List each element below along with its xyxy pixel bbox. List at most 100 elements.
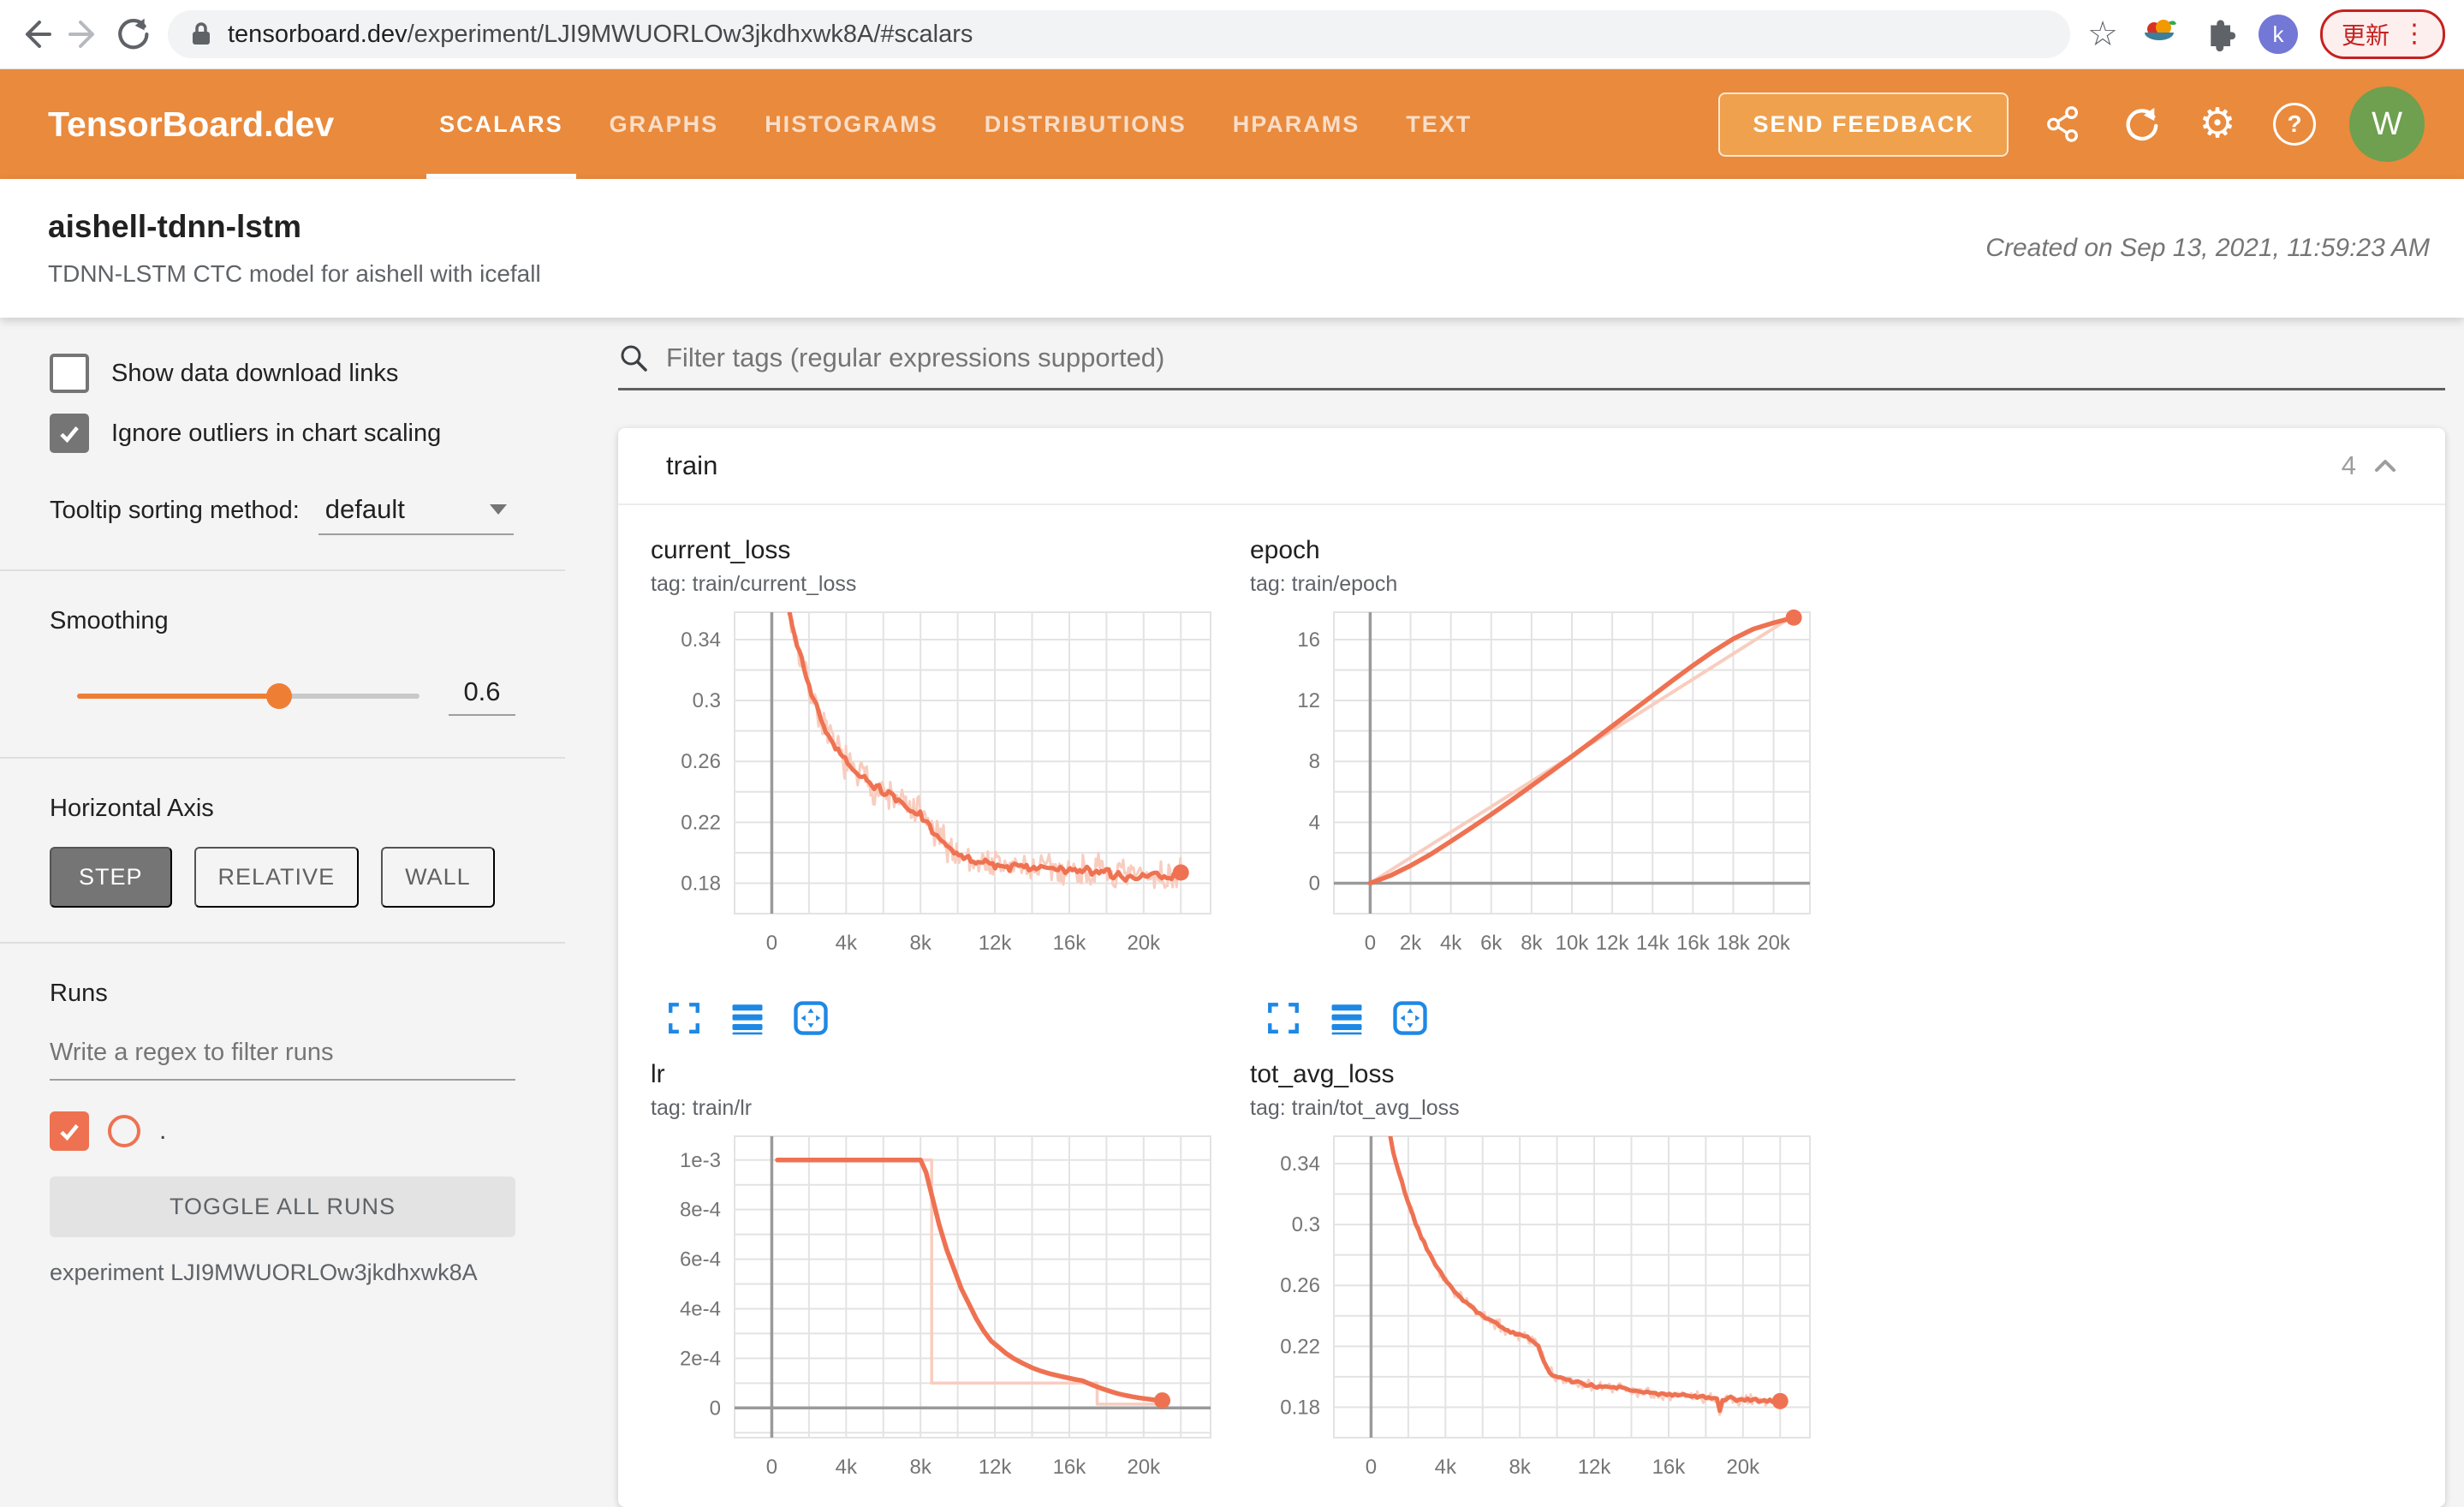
svg-text:0.34: 0.34: [1280, 1153, 1320, 1176]
app-logo[interactable]: TensorBoard.dev: [0, 69, 334, 179]
svg-text:12: 12: [1297, 689, 1320, 712]
expand-chart-icon[interactable]: [664, 998, 704, 1038]
run-color-swatch: [108, 1115, 140, 1147]
tab-distributions[interactable]: DISTRIBUTIONS: [961, 69, 1210, 179]
tab-text[interactable]: TEXT: [1383, 69, 1495, 179]
svg-text:4k: 4k: [836, 932, 858, 955]
chart-plot[interactable]: 0 4 8 12 16 0 2k 4k 6k 8k 10k 12k 14k 16k 18k 20k: [1250, 604, 1849, 992]
run-checkbox[interactable]: [50, 1111, 89, 1151]
check-icon: [60, 426, 79, 444]
forward-icon[interactable]: [60, 10, 108, 58]
fit-domain-icon[interactable]: [791, 998, 830, 1038]
expand-chart-icon[interactable]: [1264, 998, 1303, 1038]
extensions-puzzle-icon[interactable]: [2200, 16, 2236, 52]
runs-regex-input[interactable]: [50, 1033, 515, 1081]
group-name: train: [666, 450, 718, 480]
chart-plot[interactable]: 0.18 0.22 0.26 0.3 0.34 0 4k 8k 12k 16k 20k: [651, 604, 1250, 992]
ignore-outliers-checkbox[interactable]: [50, 414, 89, 453]
back-icon[interactable]: [12, 10, 60, 58]
bookmark-star-icon[interactable]: ☆: [2087, 17, 2118, 51]
show-download-links-checkbox[interactable]: [50, 354, 89, 393]
settings-gear-icon[interactable]: ⚙: [2195, 102, 2240, 146]
smoothing-slider[interactable]: [77, 683, 420, 709]
svg-text:14k: 14k: [1636, 932, 1670, 955]
tooltip-sorting-label: Tooltip sorting method:: [50, 497, 300, 524]
check-icon: [60, 1124, 79, 1141]
tab-hparams[interactable]: HPARAMS: [1210, 69, 1384, 179]
smoothing-value-field[interactable]: 0.6: [449, 676, 515, 716]
axis-mode-step[interactable]: STEP: [50, 847, 172, 908]
help-icon[interactable]: ?: [2272, 102, 2317, 146]
tab-histograms[interactable]: HISTOGRAMS: [741, 69, 961, 179]
run-row[interactable]: .: [50, 1111, 515, 1151]
search-icon: [621, 345, 647, 372]
horizontal-axis-modes: STEP RELATIVE WALL: [50, 847, 515, 908]
chrome-update-button[interactable]: 更新 ⋮: [2319, 9, 2445, 59]
svg-text:0.22: 0.22: [1280, 1335, 1320, 1358]
browser-menu-icon[interactable]: ⋮: [2402, 21, 2427, 47]
svg-text:8k: 8k: [910, 932, 932, 955]
chevron-up-icon[interactable]: [2373, 457, 2397, 474]
log-scale-icon[interactable]: [1327, 998, 1366, 1038]
svg-text:16: 16: [1297, 628, 1320, 652]
chart-title: lr: [651, 1060, 665, 1088]
ignore-outliers-row[interactable]: Ignore outliers in chart scaling: [50, 414, 515, 453]
svg-text:0.3: 0.3: [1292, 1213, 1320, 1236]
settings-sidebar: Show data download links Ignore outliers…: [0, 318, 565, 1468]
experiment-header: aishell-tdnn-lstm TDNN-LSTM CTC model fo…: [0, 179, 2464, 318]
svg-text:8k: 8k: [1521, 932, 1543, 955]
tooltip-sorting-select[interactable]: default: [318, 494, 514, 535]
screen: tensorboard.dev/experiment/LJI9MWUORLOw3…: [0, 0, 2464, 1507]
svg-text:0.3: 0.3: [693, 689, 721, 712]
svg-text:4: 4: [1309, 811, 1320, 834]
train-card-header[interactable]: train 4: [618, 428, 2445, 505]
show-download-links-row[interactable]: Show data download links: [50, 354, 515, 393]
chart-title: tot_avg_loss: [1250, 1060, 1395, 1088]
refresh-icon[interactable]: [2118, 102, 2163, 146]
svg-text:12k: 12k: [979, 932, 1013, 955]
address-bar[interactable]: tensorboard.dev/experiment/LJI9MWUORLOw3…: [168, 10, 2071, 58]
svg-text:8: 8: [1309, 750, 1320, 773]
fit-domain-icon[interactable]: [1390, 998, 1430, 1038]
account-avatar[interactable]: W: [2349, 86, 2425, 162]
svg-text:6k: 6k: [1480, 932, 1503, 955]
run-name: .: [159, 1117, 167, 1145]
log-scale-icon[interactable]: [728, 998, 767, 1038]
browser-actions: ☆ k 更新 ⋮: [2087, 9, 2445, 59]
chart-count: 4: [2341, 450, 2356, 480]
axis-mode-relative[interactable]: RELATIVE: [193, 847, 360, 908]
chart-title: current_loss: [651, 536, 791, 564]
chart-tag: tag: train/tot_avg_loss: [1250, 1096, 1460, 1120]
axis-mode-wall[interactable]: WALL: [381, 847, 495, 908]
svg-text:0.18: 0.18: [1280, 1396, 1320, 1419]
chart-plot[interactable]: 0.18 0.22 0.26 0.3 0.34 0 4k 8k 12k 16k 20k: [1250, 1128, 1849, 1507]
svg-text:12k: 12k: [1596, 932, 1630, 955]
horizontal-axis-label: Horizontal Axis: [50, 795, 214, 822]
experiment-name: aishell-tdnn-lstm: [48, 209, 302, 244]
svg-text:4k: 4k: [1440, 932, 1462, 955]
filter-tags-row: [618, 342, 2445, 390]
header-actions: SEND FEEDBACK ⚙ ? W: [1718, 69, 2464, 179]
send-feedback-button[interactable]: SEND FEEDBACK: [1718, 92, 2009, 157]
chart-tag: tag: train/epoch: [1250, 572, 1398, 596]
smoothing-label: Smoothing: [50, 607, 169, 634]
svg-text:0: 0: [1365, 932, 1376, 955]
share-icon[interactable]: [2041, 102, 2086, 146]
svg-text:10k: 10k: [1556, 932, 1590, 955]
svg-text:0.26: 0.26: [681, 750, 721, 773]
browser-toolbar: tensorboard.dev/experiment/LJI9MWUORLOw3…: [0, 0, 2464, 69]
experiment-description: TDNN-LSTM CTC model for aishell with ice…: [48, 260, 541, 287]
svg-text:20k: 20k: [1757, 932, 1791, 955]
tab-scalars[interactable]: SCALARS: [416, 69, 586, 179]
svg-text:0.22: 0.22: [681, 811, 721, 834]
chart-plot[interactable]: 0 2e-4 4e-4 6e-4 8e-4 1e-3 0 4k 8k 12k 16k 20k: [651, 1128, 1250, 1507]
smoothing-slider-handle[interactable]: [266, 683, 292, 709]
reload-icon[interactable]: [108, 10, 156, 58]
toggle-all-runs-button[interactable]: TOGGLE ALL RUNS: [50, 1176, 515, 1237]
tab-graphs[interactable]: GRAPHS: [586, 69, 742, 179]
filter-tags-input[interactable]: [664, 342, 2445, 374]
browser-profile-avatar[interactable]: k: [2258, 15, 2298, 54]
fruit-extension-icon[interactable]: [2140, 15, 2178, 53]
svg-text:6e-4: 6e-4: [680, 1248, 721, 1272]
svg-text:0: 0: [710, 1397, 721, 1420]
